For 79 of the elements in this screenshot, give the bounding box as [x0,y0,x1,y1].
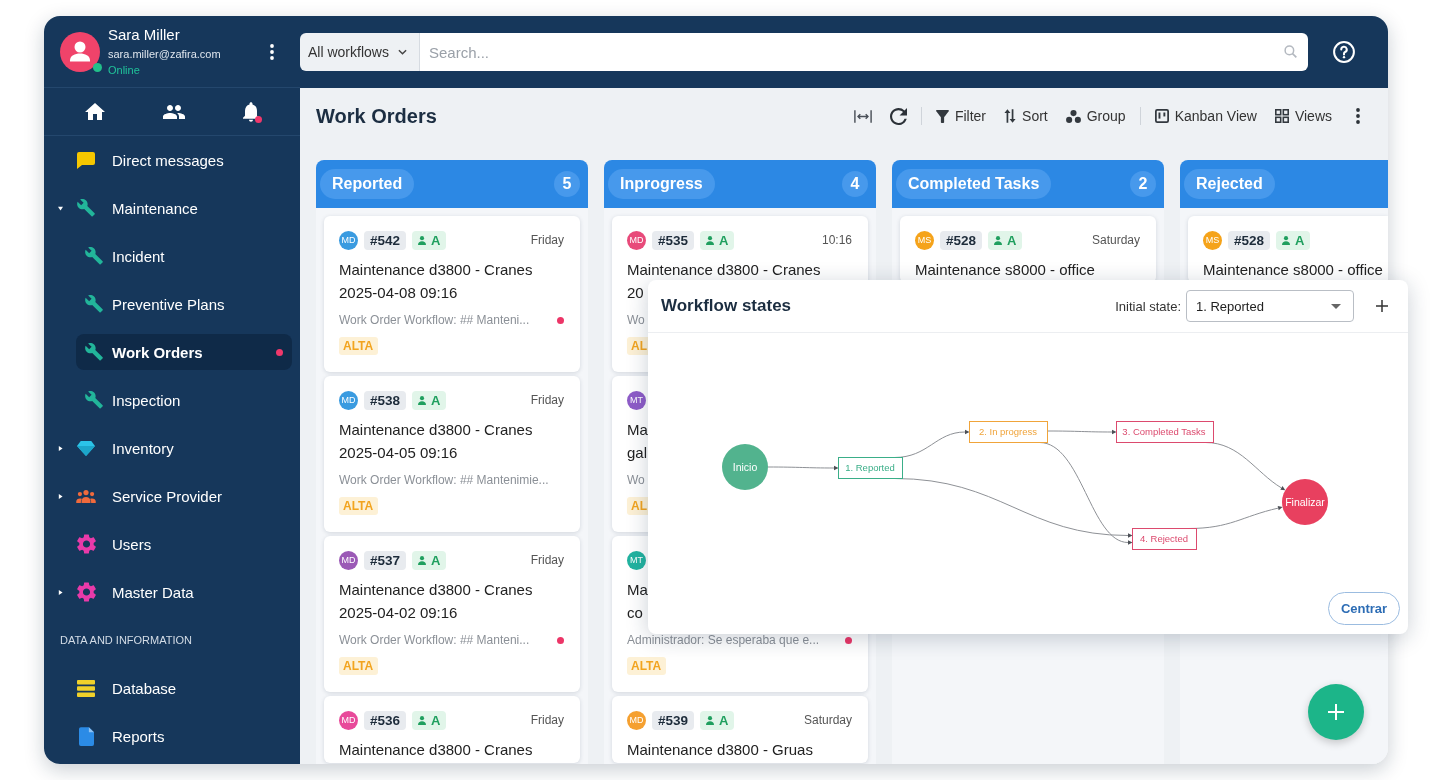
dialog-title: Workflow states [661,296,792,316]
order-number: #537 [364,550,407,570]
card-title: 2025-04-05 09:16 [339,443,458,463]
priority-tag: ALTA [339,337,379,355]
card-title: Maintenance s8000 - office [1203,260,1383,280]
page-title: Work Orders [316,104,437,128]
user-avatar: MD [627,710,646,730]
user-avatar: MS [1203,230,1222,250]
assignee-initial: A [431,392,441,408]
workflow-node: Inicio [722,444,768,490]
priority-tag: ALTA [627,657,667,675]
user-status: Online [108,63,140,77]
user-avatar: MD [339,550,358,570]
order-number: #538 [364,390,407,410]
assignee-initial: A [431,712,441,728]
user-avatar: MD [627,230,646,250]
priority-tag: ALTA [339,657,379,675]
card-description: Work Order Workflow: ## Mantenimie... [339,472,549,488]
card-description: Wo [627,472,645,488]
card-title: gal [627,443,648,463]
card-title: Ma [627,580,648,600]
card-title: 2025-04-08 09:16 [339,283,458,303]
column-title: Completed Tasks [896,169,1052,199]
column-count: 4 [842,171,868,197]
card-title: 20 [627,283,644,303]
assignee-initial: A [719,232,729,248]
column-title: Reported [320,169,415,199]
card-title: 2025-04-02 09:16 [339,603,458,623]
section-heading: DATA AND INFORMATION [60,634,192,646]
order-number: #536 [364,710,407,730]
card-date: Friday [530,233,564,247]
card-title: Maintenance d3800 - Cranes [339,420,533,440]
order-number: #528 [940,230,983,250]
user-avatar: MT [627,390,646,410]
card-date: Saturday [1091,233,1140,247]
card-title: Ma [627,420,648,440]
assignee-initial: A [1007,232,1017,248]
card-title: Maintenance s8000 - office [915,260,1095,280]
card-date: Friday [530,553,564,567]
assignee-initial: A [719,712,729,728]
user-avatar: MS [915,230,934,250]
user-email: sara.miller@zafira.com [108,47,221,62]
assignee-initial: A [431,232,441,248]
user-avatar: MD [339,390,358,410]
assignee-initial: A [431,552,441,568]
workflow-node: 2. In progress [969,421,1048,443]
card-description: Work Order Workflow: ## Manteni... [339,312,530,328]
initial-state-label: Initial state: [1115,298,1181,314]
column-title: Inprogress [608,169,715,199]
workflow-node: Finalizar [1282,479,1328,525]
card-date: 10:16 [821,233,852,247]
user-avatar: MT [627,550,646,570]
user-avatar: MD [339,710,358,730]
card-description: Work Order Workflow: ## Manteni... [339,632,530,648]
column-count: 2 [1130,171,1156,197]
workflow-node: 1. Reported [838,457,903,479]
card-title: Maintenance d3800 - Gruas [627,740,813,760]
order-number: #542 [364,230,407,250]
workflow-node: 3. Completed Tasks [1116,421,1214,443]
workflow-node: 4. Rejected [1132,528,1197,550]
card-date: Saturday [803,713,852,727]
order-number: #535 [652,230,695,250]
order-number: #528 [1228,230,1271,250]
card-title: Maintenance d3800 - Cranes [339,580,533,600]
user-name: Sara Miller [108,26,180,44]
card-title: co [627,603,643,623]
column-count: 5 [554,171,580,197]
card-title: Maintenance d3800 - Cranes [339,740,533,760]
user-avatar: MD [339,230,358,250]
column-title: Rejected [1184,169,1275,199]
order-number: #539 [652,710,695,730]
assignee-initial: A [1295,232,1305,248]
card-description: Administrador: Se esperaba que e... [627,632,820,648]
priority-tag: ALTA [339,497,379,515]
card-title: Maintenance d3800 - Cranes [627,260,821,280]
card-title: Maintenance d3800 - Cranes [339,260,533,280]
card-date: Friday [530,393,564,407]
card-date: Friday [530,713,564,727]
card-description: Wo [627,312,645,328]
